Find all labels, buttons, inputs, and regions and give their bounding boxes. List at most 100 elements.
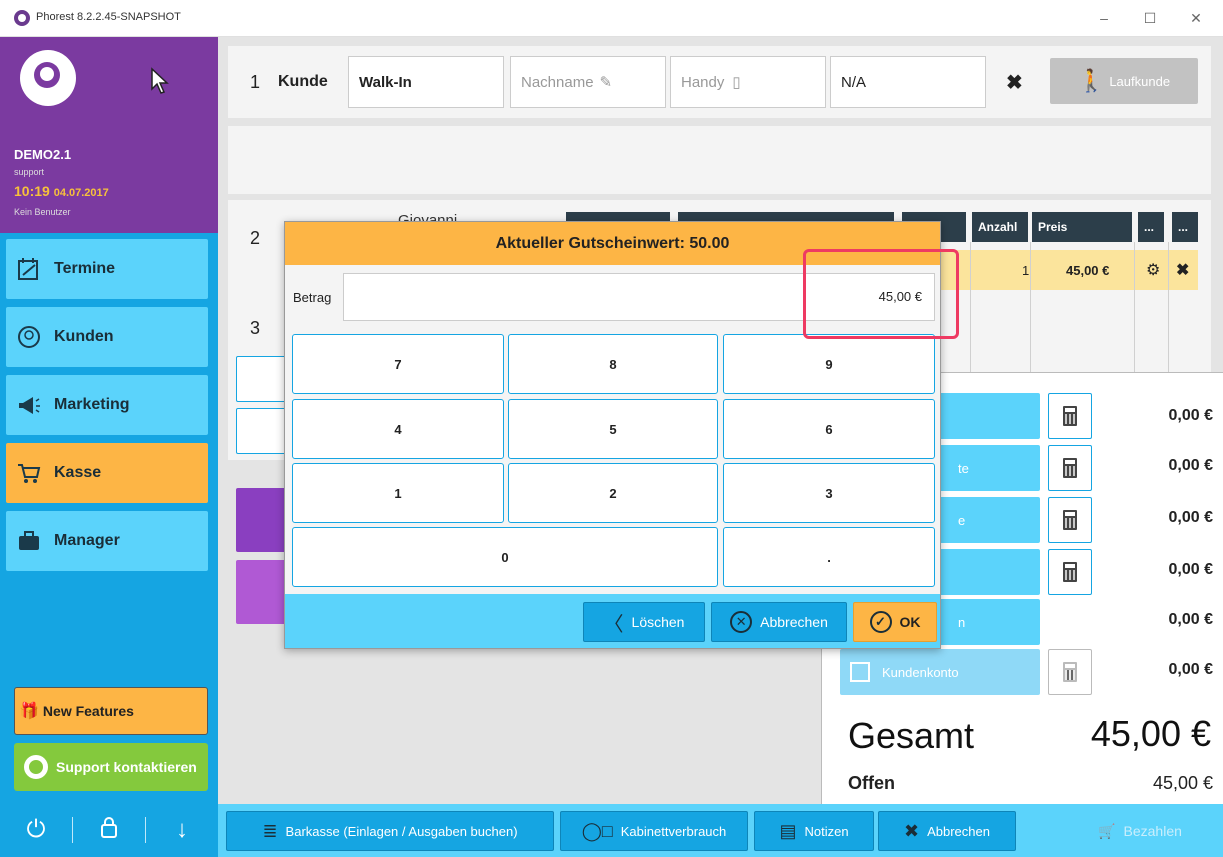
payment-amount: 0,00 €: [1168, 611, 1213, 628]
last-name-field[interactable]: Nachname ✎: [510, 56, 666, 108]
pencil-icon: ✎: [599, 74, 613, 91]
gift-icon: 🎁: [19, 703, 39, 720]
dialog-cancel-button[interactable]: ✕ Abbrechen: [711, 602, 847, 642]
app-icon: [14, 10, 30, 26]
key-decimal[interactable]: .: [723, 527, 935, 587]
step-number: 2: [250, 228, 261, 248]
row-preis: 45,00 €: [1066, 263, 1110, 278]
kundenkonto-label: Kundenkonto: [882, 664, 959, 680]
delete-icon[interactable]: ✖: [1176, 260, 1189, 280]
cart-icon: [16, 460, 42, 486]
nav-label: Kasse: [54, 464, 102, 481]
total-value: 45,00 €: [1090, 713, 1211, 754]
phorest-logo[interactable]: [20, 50, 76, 106]
payment-amount: 0,00 €: [1168, 561, 1213, 578]
col-more[interactable]: ...: [1172, 212, 1198, 242]
col-preis: Preis: [1032, 212, 1132, 242]
col-more[interactable]: ...: [1138, 212, 1164, 242]
bezahlen-label: Bezahlen: [1123, 823, 1182, 839]
email-field[interactable]: N/A: [830, 56, 986, 108]
calculator-button[interactable]: [1048, 393, 1092, 439]
payment-amount: 0,00 €: [1168, 457, 1213, 474]
nav-marketing[interactable]: Marketing: [6, 375, 208, 435]
phone-icon: ▯: [732, 74, 741, 91]
new-features-button[interactable]: 🎁 New Features: [14, 687, 208, 735]
laufkunde-button[interactable]: 🚶 Laufkunde: [1050, 58, 1198, 104]
open-value: 45,00 €: [1152, 773, 1213, 793]
key-0[interactable]: 0: [292, 527, 718, 587]
row-anzahl: 1: [1022, 263, 1030, 278]
support-button[interactable]: Support kontaktieren: [14, 743, 208, 791]
calculator-button[interactable]: [1048, 549, 1092, 595]
abbrechen-label: Abbrechen: [927, 823, 990, 839]
abbrechen-button[interactable]: ✖ Abbrechen: [878, 811, 1016, 851]
clock-time: 10:19: [14, 183, 50, 199]
calculator-button: [1048, 649, 1092, 695]
barkasse-label: Barkasse (Einlagen / Ausgaben buchen): [285, 823, 518, 839]
key-6[interactable]: 6: [723, 399, 935, 459]
arrow-down-icon[interactable]: ↓: [146, 816, 218, 844]
lock-icon[interactable]: [73, 816, 145, 845]
company-name: DEMO2.1: [14, 147, 72, 162]
key-8[interactable]: 8: [508, 334, 718, 394]
shapes-icon: ◯□: [581, 820, 613, 841]
calculator-button[interactable]: [1048, 497, 1092, 543]
loeschen-button[interactable]: 〈 Löschen: [583, 602, 705, 642]
window-titlebar: Phorest 8.2.2.45-SNAPSHOT – ☐ ✕: [0, 0, 1223, 37]
table-row[interactable]: 1 45,00 € ⚙ ✖: [940, 250, 1198, 290]
payment-amount: 0,00 €: [1168, 407, 1213, 424]
new-features-label: New Features: [42, 703, 134, 719]
key-4[interactable]: 4: [292, 399, 504, 459]
payment-amount: 0,00 €: [1168, 509, 1213, 526]
no-user-label: Kein Benutzer: [14, 207, 71, 217]
key-1[interactable]: 1: [292, 463, 504, 523]
gear-icon[interactable]: ⚙: [1146, 260, 1160, 280]
secondary-button[interactable]: [236, 408, 286, 454]
power-icon[interactable]: ⏻: [0, 816, 72, 844]
nav-manager[interactable]: Manager: [6, 511, 208, 571]
nav-kunden[interactable]: Kunden: [6, 307, 208, 367]
kundenkonto-button[interactable]: Kundenkonto: [840, 649, 1040, 695]
key-9[interactable]: 9: [723, 334, 935, 394]
clear-customer-icon[interactable]: ✖: [1006, 70, 1023, 95]
handshake-button[interactable]: [236, 356, 286, 402]
key-7[interactable]: 7: [292, 334, 504, 394]
kabinett-label: Kabinettverbrauch: [620, 823, 727, 839]
first-name-field[interactable]: Walk-In: [348, 56, 504, 108]
bezahlen-button[interactable]: 🛒 Bezahlen: [1066, 811, 1214, 851]
nav-kasse[interactable]: Kasse: [6, 443, 208, 503]
minimize-button[interactable]: –: [1086, 6, 1122, 30]
key-5[interactable]: 5: [508, 399, 718, 459]
window-title: Phorest 8.2.2.45-SNAPSHOT: [36, 11, 181, 23]
close-window-button[interactable]: ✕: [1178, 6, 1214, 30]
calculator-icon: [1063, 662, 1077, 682]
maximize-button[interactable]: ☐: [1132, 6, 1168, 30]
phone-placeholder: Handy: [681, 73, 725, 91]
purple-tile-button[interactable]: [236, 488, 286, 552]
empty-panel: [228, 126, 1211, 194]
sidebar-bottom-bar: ⏻ ↓: [0, 803, 218, 857]
notizen-button[interactable]: ▤ Notizen: [754, 811, 874, 851]
kabinett-button[interactable]: ◯□ Kabinettverbrauch: [560, 811, 748, 851]
close-icon: ✖: [904, 820, 920, 841]
notizen-label: Notizen: [804, 823, 849, 839]
customer-row: 1 Kunde Walk-In Nachname ✎ Handy ▯ N/A ✖ 🚶…: [228, 46, 1211, 118]
nav-label: Marketing: [54, 396, 130, 413]
barkasse-button[interactable]: ≣ Barkasse (Einlagen / Ausgaben buchen): [226, 811, 554, 851]
key-2[interactable]: 2: [508, 463, 718, 523]
calculator-icon: [1063, 562, 1077, 582]
ok-button[interactable]: ✓ OK: [853, 602, 937, 642]
nav-termine[interactable]: Termine: [6, 239, 208, 299]
purple-tile-button[interactable]: [236, 560, 286, 624]
support-label: Support kontaktieren: [56, 759, 197, 775]
safe-icon: [850, 662, 870, 682]
payment-amount: 0,00 €: [1168, 661, 1213, 678]
laufkunde-label: Laufkunde: [1109, 73, 1171, 89]
calculator-button[interactable]: [1048, 445, 1092, 491]
dialog-footer: 〈 Löschen ✕ Abbrechen ✓ OK: [285, 594, 940, 648]
phone-field[interactable]: Handy ▯: [670, 56, 826, 108]
key-3[interactable]: 3: [723, 463, 935, 523]
calendar-icon: [16, 256, 42, 282]
open-label: Offen: [848, 773, 895, 793]
calculator-icon: [1063, 458, 1077, 478]
